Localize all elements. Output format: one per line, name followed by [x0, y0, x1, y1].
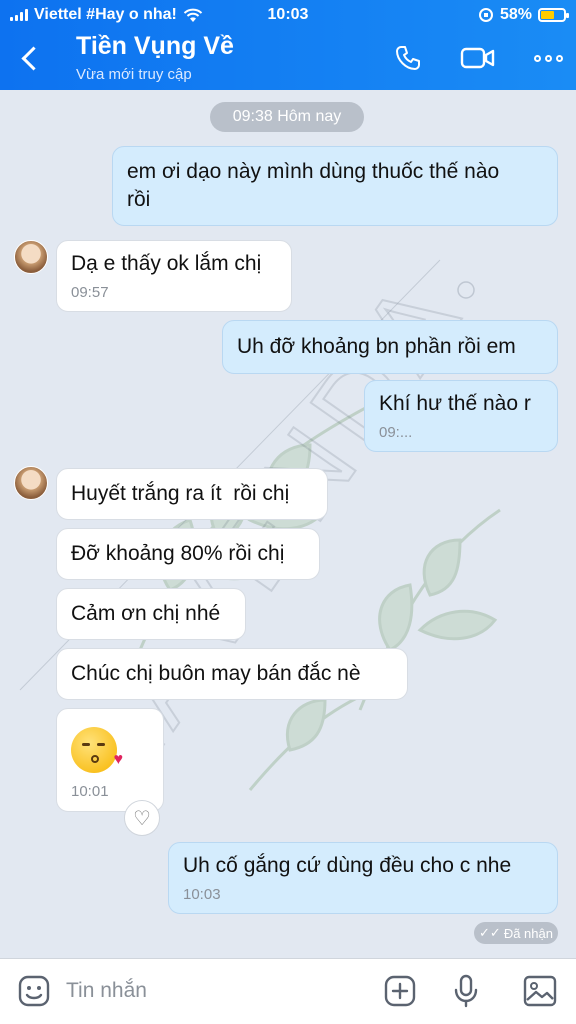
message-bubble-in[interactable]: Dạ e thấy ok lắm chị 09:57: [56, 240, 292, 312]
battery-icon: [538, 8, 569, 22]
sticker-icon[interactable]: [16, 973, 52, 1009]
microphone-icon[interactable]: [448, 973, 484, 1009]
time-separator: 09:38 Hôm nay: [210, 102, 364, 132]
more-icon[interactable]: [528, 40, 568, 76]
battery-percent: 58%: [499, 6, 532, 23]
message-text: Huyết trắng ra ít rồi chị: [71, 482, 290, 505]
message-text: Khí hư thế nào r: [379, 391, 531, 415]
message-text: rồi: [127, 188, 151, 211]
message-bubble-in[interactable]: ♥ 10:01: [56, 708, 164, 812]
double-check-icon: ✓✓: [479, 925, 501, 940]
contact-status: Vừa mới truy cập: [76, 66, 192, 83]
message-time: 10:03: [183, 885, 221, 903]
message-bubble-out[interactable]: em ơi dạo này mình dùng thuốc thế nào rồ…: [112, 146, 558, 226]
message-time: 09:...: [379, 423, 413, 441]
message-text: Uh cố gắng cứ dùng đều cho c nhe: [183, 853, 512, 877]
message-text: Dạ e thấy ok lắm chị: [71, 251, 262, 275]
add-icon[interactable]: [382, 973, 418, 1009]
message-bubble-out[interactable]: Uh cố gắng cứ dùng đều cho c nhe 10:03: [168, 842, 558, 914]
message-text: Chúc chị buôn may bán đắc nè: [71, 662, 361, 685]
received-status-badge: ✓✓ Đã nhận: [474, 922, 558, 944]
message-bubble-in[interactable]: Chúc chị buôn may bán đắc nè: [56, 648, 408, 700]
received-label: Đã nhận: [503, 925, 553, 941]
message-bubble-in[interactable]: Cảm ơn chị nhé: [56, 588, 246, 640]
message-time: 10:01: [71, 783, 109, 800]
avatar[interactable]: [14, 240, 48, 274]
heart-react-icon[interactable]: ♡: [124, 800, 160, 836]
video-call-icon[interactable]: [458, 40, 498, 76]
message-time: 09:57: [71, 283, 109, 301]
kissing-face-emoji: ♥: [71, 727, 123, 773]
message-bubble-out[interactable]: Khí hư thế nào r 09:...: [364, 380, 558, 452]
chat-header: Viettel #Hay o nha! 10:03 58% Tiền Vụng …: [0, 0, 576, 90]
message-bubble-out[interactable]: Uh đỡ khoảng bn phần rồi em: [222, 320, 558, 374]
image-icon[interactable]: [522, 973, 558, 1009]
composer-bar: Tin nhắn: [0, 958, 576, 1024]
message-text: Uh đỡ khoảng bn phần rồi em: [237, 335, 516, 358]
message-bubble-in[interactable]: Huyết trắng ra ít rồi chị: [56, 468, 328, 520]
phone-icon[interactable]: [388, 40, 428, 76]
avatar[interactable]: [14, 466, 48, 500]
message-text: Cảm ơn chị nhé: [71, 602, 221, 625]
back-icon[interactable]: [16, 40, 44, 76]
message-input[interactable]: Tin nhắn: [66, 979, 147, 1003]
rotation-lock-icon: [478, 8, 493, 22]
status-bar: Viettel #Hay o nha! 10:03 58%: [0, 4, 576, 28]
message-text: Đỡ khoảng 80% rồi chị: [71, 542, 285, 565]
message-text: em ơi dạo này mình dùng thuốc thế nào: [127, 160, 500, 183]
contact-name[interactable]: Tiền Vụng Về: [76, 32, 234, 61]
message-bubble-in[interactable]: Đỡ khoảng 80% rồi chị: [56, 528, 320, 580]
